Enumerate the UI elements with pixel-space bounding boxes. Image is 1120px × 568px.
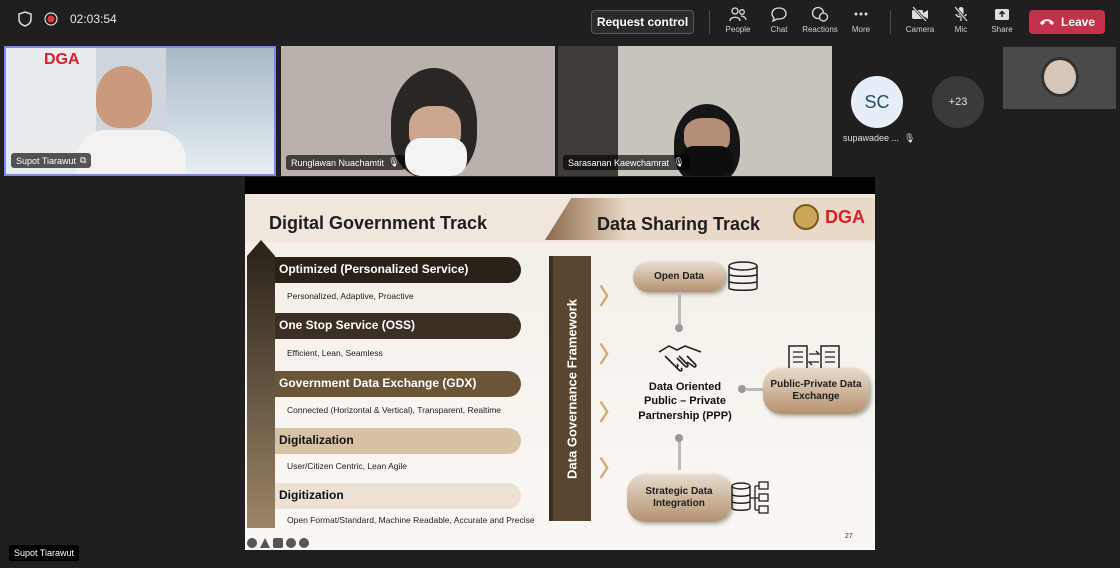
track-digitization-desc: Open Format/Standard, Machine Readable, … xyxy=(287,515,535,525)
camera-off-icon xyxy=(912,6,928,22)
reactions-button[interactable]: Reactions xyxy=(800,6,840,40)
share-button[interactable]: Share xyxy=(982,6,1022,40)
track-gdx: Government Data Exchange (GDX) xyxy=(275,371,521,397)
public-private-exchange-node: Public-Private Data Exchange xyxy=(763,368,869,414)
track-digitalization-desc: User/Citizen Centric, Lean Agile xyxy=(287,461,408,471)
people-icon xyxy=(729,7,747,22)
face-mask xyxy=(405,138,467,176)
mic-button[interactable]: Mic xyxy=(941,6,981,40)
presenter-name-tag: Supot Tiarawut xyxy=(9,545,80,561)
participant-shirt xyxy=(76,130,186,174)
dga-logo: DGA xyxy=(825,207,865,227)
track-digitalization: Digitalization xyxy=(275,428,521,454)
track-digitization: Digitization xyxy=(275,483,521,509)
connector-line xyxy=(678,292,681,328)
participant-tile-runglawan[interactable]: Runglawan Nuachamtit 🎙 xyxy=(281,46,555,176)
presentation-slide: Digital Government Track Data Sharing Tr… xyxy=(245,194,875,550)
chat-icon xyxy=(771,7,787,22)
chat-button[interactable]: Chat xyxy=(759,6,799,40)
data-integration-icon xyxy=(731,481,769,514)
camera-button[interactable]: Camera xyxy=(900,6,940,40)
open-data-node: Open Data xyxy=(633,262,725,292)
captions-icon[interactable] xyxy=(273,538,283,548)
participant-name-tag: Sarasanan Kaewchamrat 🎙 xyxy=(563,155,690,170)
track-optimized-desc: Personalized, Adaptive, Proactive xyxy=(287,291,414,301)
slide-title-right: Data Sharing Track xyxy=(597,214,761,234)
previous-slide-icon[interactable] xyxy=(247,538,257,548)
framework-label: Data Governance Framework xyxy=(564,298,580,479)
leave-label: Leave xyxy=(1060,15,1096,29)
slide-page-number: 27 xyxy=(845,533,853,540)
phone-hangup-icon xyxy=(1039,19,1054,25)
reactions-label: Reactions xyxy=(802,25,838,34)
request-control-button[interactable]: Request control xyxy=(591,10,694,34)
participant-video xyxy=(96,66,152,128)
more-icon xyxy=(854,12,868,16)
share-screen-icon: ⧉ xyxy=(80,155,87,165)
shield-icon xyxy=(18,11,32,27)
database-icon xyxy=(728,261,758,291)
toolbar-divider xyxy=(709,10,710,34)
slide-header: Digital Government Track Data Sharing Tr… xyxy=(245,194,875,242)
dga-banner: DGA xyxy=(44,51,80,68)
participant-name-tag: Runglawan Nuachamtit 🎙 xyxy=(286,155,405,170)
toolbar-divider xyxy=(890,10,891,34)
people-button[interactable]: People xyxy=(718,6,758,40)
camera-label: Camera xyxy=(905,25,935,34)
mic-muted-icon: 🎙 xyxy=(388,157,400,167)
government-seal-icon xyxy=(793,204,819,230)
mic-muted-icon: 🎙 xyxy=(673,157,685,167)
participant-name-tag: Supot Tiarawut ⧉ xyxy=(11,153,92,168)
strategic-data-integration-node: Strategic Data Integration xyxy=(627,474,731,522)
meeting-status: 02:03:54 xyxy=(18,11,117,27)
chevron-right-icon: 〉 xyxy=(599,342,622,367)
track-optimized: Optimized (Personalized Service) xyxy=(275,257,521,283)
chevron-right-icon: 〉 xyxy=(599,400,622,425)
mic-muted-icon: 🎙 xyxy=(904,133,916,143)
more-label: More xyxy=(851,25,871,34)
chevron-right-icon: 〉 xyxy=(599,284,622,309)
meeting-timer: 02:03:54 xyxy=(70,12,117,26)
track-oss-desc: Efficient, Lean, Seamless xyxy=(287,348,383,358)
share-icon xyxy=(995,9,1009,20)
more-options-icon[interactable] xyxy=(286,538,296,548)
share-label: Share xyxy=(991,25,1013,34)
shared-screen: Digital Government Track Data Sharing Tr… xyxy=(245,177,875,550)
participant-tile-supot[interactable]: DGA Supot Tiarawut ⧉ xyxy=(4,46,276,176)
meeting-toolbar: 02:03:54 Request control People Chat Rea… xyxy=(0,0,1120,44)
participant-name: Sarasanan Kaewchamrat xyxy=(568,157,670,168)
leave-button[interactable]: Leave xyxy=(1029,10,1105,34)
participant-name: Runglawan Nuachamtit xyxy=(291,157,385,168)
slide-title-left: Digital Government Track xyxy=(269,213,488,233)
connector-dot xyxy=(675,324,683,332)
people-label: People xyxy=(725,25,751,34)
more-button[interactable]: More xyxy=(841,6,881,40)
ppp-label: Data Oriented Public – Private Partnersh… xyxy=(638,381,732,422)
mic-off-icon xyxy=(954,6,968,22)
participant-name-tag: supawadee ... 🎙 xyxy=(843,133,915,144)
track-gdx-desc: Connected (Horizontal & Vertical), Trans… xyxy=(287,405,502,415)
mic-label: Mic xyxy=(954,25,968,34)
self-view-tile[interactable] xyxy=(1003,47,1116,109)
chevron-right-icon: 〉 xyxy=(599,456,622,481)
slide-navigation xyxy=(247,538,309,548)
self-view-video xyxy=(1041,57,1079,97)
track-oss: One Stop Service (OSS) xyxy=(275,313,521,339)
next-slide-icon[interactable] xyxy=(299,538,309,548)
more-participants-button[interactable]: +23 xyxy=(932,76,984,128)
pointer-icon[interactable] xyxy=(260,538,270,548)
chat-label: Chat xyxy=(770,25,788,34)
data-governance-framework: Data Governance Framework xyxy=(549,256,591,521)
arrow-up-icon xyxy=(247,240,275,256)
handshake-icon xyxy=(658,345,702,372)
connector-dot xyxy=(675,434,683,442)
participant-tile-sarasanan[interactable]: Sarasanan Kaewchamrat 🎙 xyxy=(558,46,832,176)
reactions-icon xyxy=(811,6,829,22)
participant-name: Supot Tiarawut xyxy=(16,155,77,166)
connector-line xyxy=(678,438,681,470)
participant-avatar[interactable]: SC xyxy=(851,76,903,128)
track-gradient-bar xyxy=(247,256,275,528)
participant-name: supawadee ... xyxy=(843,133,900,143)
recording-icon xyxy=(44,12,58,26)
